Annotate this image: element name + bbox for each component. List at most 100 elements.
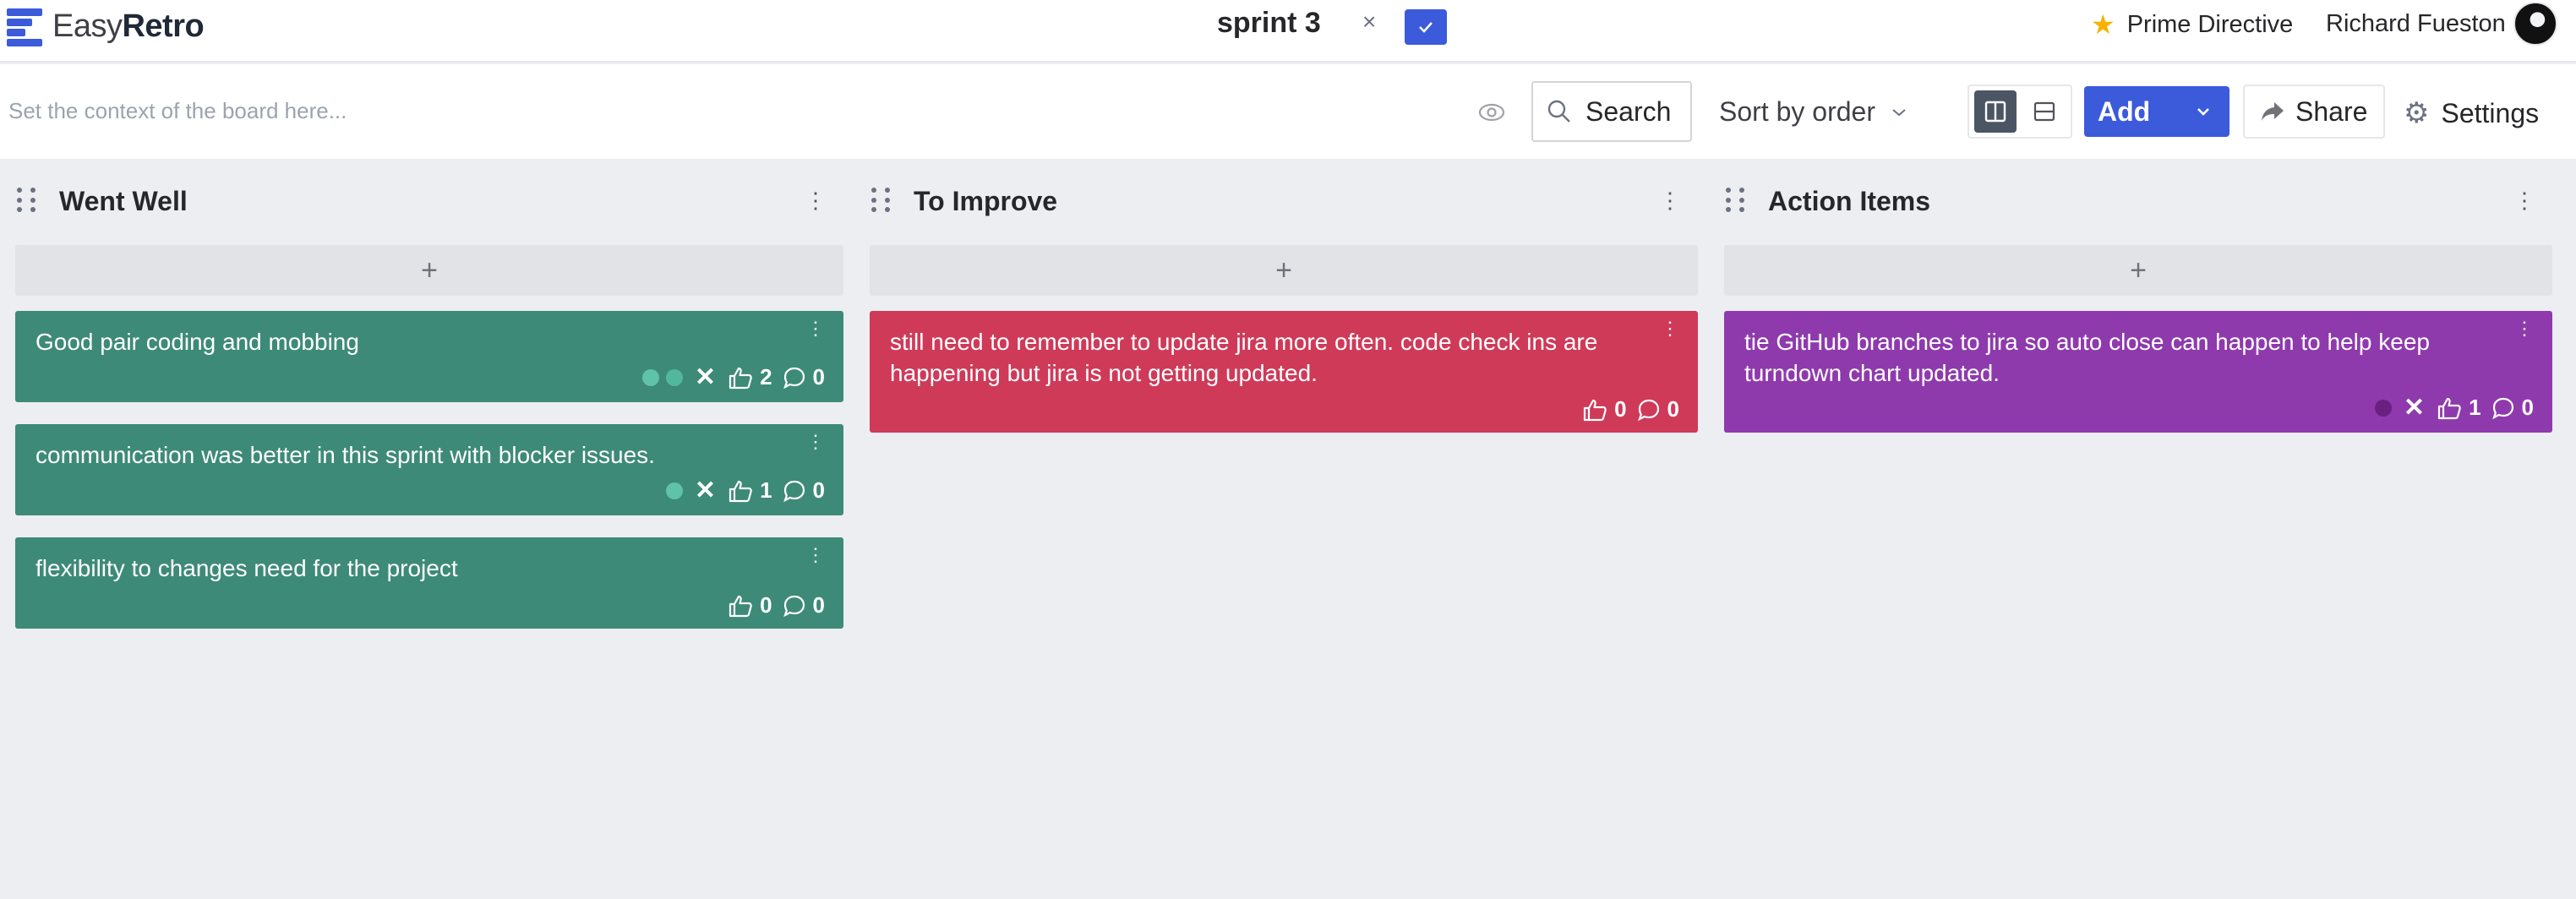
reaction-dot[interactable] bbox=[641, 368, 659, 386]
plus-icon: + bbox=[421, 253, 438, 286]
close-icon[interactable]: × bbox=[1362, 8, 1376, 35]
card[interactable]: communication was better in this sprint … bbox=[15, 424, 843, 515]
comment-count: 0 bbox=[812, 477, 825, 503]
search-icon bbox=[1547, 100, 1570, 123]
x-icon[interactable]: ✕ bbox=[695, 476, 716, 505]
thumbs-up-icon[interactable] bbox=[2437, 396, 2462, 420]
search-label: Search bbox=[1585, 95, 1672, 127]
chevron-down-icon bbox=[1892, 108, 1906, 116]
prime-directive-link[interactable]: ★ Prime Directive bbox=[2091, 8, 2293, 41]
column-title[interactable]: To Improve bbox=[914, 186, 1057, 217]
drag-handle-icon[interactable] bbox=[871, 188, 892, 213]
comment-icon[interactable] bbox=[1637, 398, 1661, 422]
check-icon bbox=[1419, 22, 1433, 33]
app-logo[interactable]: EasyRetro bbox=[7, 5, 205, 47]
comment-icon[interactable] bbox=[783, 594, 806, 618]
search-button[interactable]: Search bbox=[1531, 81, 1692, 142]
more-vertical-icon[interactable]: ⋮ bbox=[1661, 319, 1679, 338]
columns-layout-icon bbox=[1984, 101, 2006, 123]
drag-handle-icon[interactable] bbox=[17, 188, 37, 213]
board-context-input[interactable]: Set the context of the board here... bbox=[8, 98, 347, 124]
column-title[interactable]: Went Well bbox=[59, 186, 188, 217]
card-footer: 0 0 bbox=[1582, 396, 1683, 422]
plus-icon: + bbox=[2130, 253, 2147, 286]
settings-button[interactable]: ⚙ Settings bbox=[2404, 96, 2539, 130]
star-icon: ★ bbox=[2091, 9, 2115, 40]
reaction-dot[interactable] bbox=[2374, 399, 2392, 417]
more-vertical-icon[interactable]: ⋮ bbox=[2515, 319, 2534, 338]
prime-directive-label: Prime Directive bbox=[2126, 10, 2294, 38]
app-name: EasyRetro bbox=[52, 8, 205, 44]
add-label: Add bbox=[2098, 95, 2151, 127]
card-text: Good pair coding and mobbing bbox=[35, 329, 359, 355]
column-header: Went Well ⋮ bbox=[15, 183, 843, 225]
share-button[interactable]: Share bbox=[2243, 84, 2385, 139]
column-title[interactable]: Action Items bbox=[1768, 186, 1930, 217]
add-card-button[interactable]: + bbox=[870, 245, 1698, 296]
card-text: flexibility to changes need for the proj… bbox=[35, 555, 458, 581]
add-card-button[interactable]: + bbox=[1724, 245, 2552, 296]
thumbs-up-icon[interactable] bbox=[728, 594, 753, 618]
card-footer: 0 0 bbox=[728, 592, 828, 618]
column-header: To Improve ⋮ bbox=[870, 183, 1698, 225]
columns-layout-button[interactable] bbox=[1974, 90, 2017, 133]
sort-dropdown[interactable]: Sort by order bbox=[1719, 96, 1907, 128]
thumbs-up-icon[interactable] bbox=[728, 366, 753, 390]
like-count: 1 bbox=[2469, 395, 2481, 420]
plus-icon: + bbox=[1275, 253, 1292, 286]
chevron-down-icon[interactable] bbox=[2194, 98, 2213, 125]
user-name[interactable]: Richard Fueston bbox=[2326, 10, 2506, 38]
card[interactable]: still need to remember to update jira mo… bbox=[870, 311, 1698, 433]
like-count: 0 bbox=[1614, 396, 1627, 422]
column-header: Action Items ⋮ bbox=[1724, 183, 2552, 225]
comment-count: 0 bbox=[812, 592, 825, 618]
thumbs-up-icon[interactable] bbox=[1582, 398, 1607, 422]
rows-layout-icon bbox=[2033, 101, 2055, 122]
comment-icon[interactable] bbox=[2491, 396, 2515, 420]
rows-layout-button[interactable] bbox=[2023, 90, 2066, 133]
card-footer: ✕ 1 0 bbox=[665, 476, 828, 505]
add-card-button[interactable]: + bbox=[15, 245, 843, 296]
more-vertical-icon[interactable]: ⋮ bbox=[1659, 189, 1681, 211]
gear-icon: ⚙ bbox=[2404, 97, 2430, 129]
card-text: communication was better in this sprint … bbox=[35, 442, 655, 468]
more-vertical-icon[interactable]: ⋮ bbox=[806, 319, 825, 338]
board-title[interactable]: sprint 3 bbox=[1217, 7, 1321, 40]
sort-label: Sort by order bbox=[1719, 96, 1875, 127]
share-icon bbox=[2262, 102, 2284, 121]
comment-count: 0 bbox=[2521, 395, 2534, 420]
card-footer: ✕ 2 0 bbox=[641, 362, 828, 392]
settings-label: Settings bbox=[2441, 97, 2540, 128]
reaction-dot[interactable] bbox=[665, 368, 683, 386]
confirm-title-button[interactable] bbox=[1405, 9, 1447, 45]
card-text: tie GitHub branches to jira so auto clos… bbox=[1744, 329, 2430, 386]
comment-icon[interactable] bbox=[783, 479, 806, 503]
add-button[interactable]: Add bbox=[2084, 86, 2229, 137]
board-toolbar: Set the context of the board here... Sea… bbox=[0, 64, 2576, 159]
comment-count: 0 bbox=[812, 364, 825, 390]
card[interactable]: flexibility to changes need for the proj… bbox=[15, 537, 843, 629]
comment-icon[interactable] bbox=[783, 366, 806, 390]
reaction-dot[interactable] bbox=[665, 482, 683, 499]
like-count: 1 bbox=[760, 477, 772, 503]
card-footer: ✕ 1 0 bbox=[2374, 393, 2537, 422]
thumbs-up-icon[interactable] bbox=[728, 479, 753, 503]
more-vertical-icon[interactable]: ⋮ bbox=[805, 189, 827, 211]
more-vertical-icon[interactable]: ⋮ bbox=[2513, 189, 2535, 211]
share-label: Share bbox=[2295, 95, 2368, 127]
more-vertical-icon[interactable]: ⋮ bbox=[806, 433, 825, 451]
more-vertical-icon[interactable]: ⋮ bbox=[806, 546, 825, 564]
top-bar: EasyRetro sprint 3 × ★ Prime Directive R… bbox=[0, 0, 2576, 63]
x-icon[interactable]: ✕ bbox=[2404, 393, 2425, 422]
card[interactable]: tie GitHub branches to jira so auto clos… bbox=[1724, 311, 2552, 433]
avatar[interactable] bbox=[2513, 2, 2557, 46]
like-count: 2 bbox=[760, 364, 772, 390]
eye-icon[interactable] bbox=[1477, 100, 1506, 125]
logo-icon bbox=[7, 7, 44, 46]
like-count: 0 bbox=[760, 592, 772, 618]
card[interactable]: Good pair coding and mobbing ⋮ ✕ 2 0 bbox=[15, 311, 843, 402]
drag-handle-icon[interactable] bbox=[1726, 188, 1746, 213]
x-icon[interactable]: ✕ bbox=[695, 362, 716, 392]
layout-toggle bbox=[1967, 84, 2072, 139]
card-text: still need to remember to update jira mo… bbox=[890, 329, 1598, 386]
